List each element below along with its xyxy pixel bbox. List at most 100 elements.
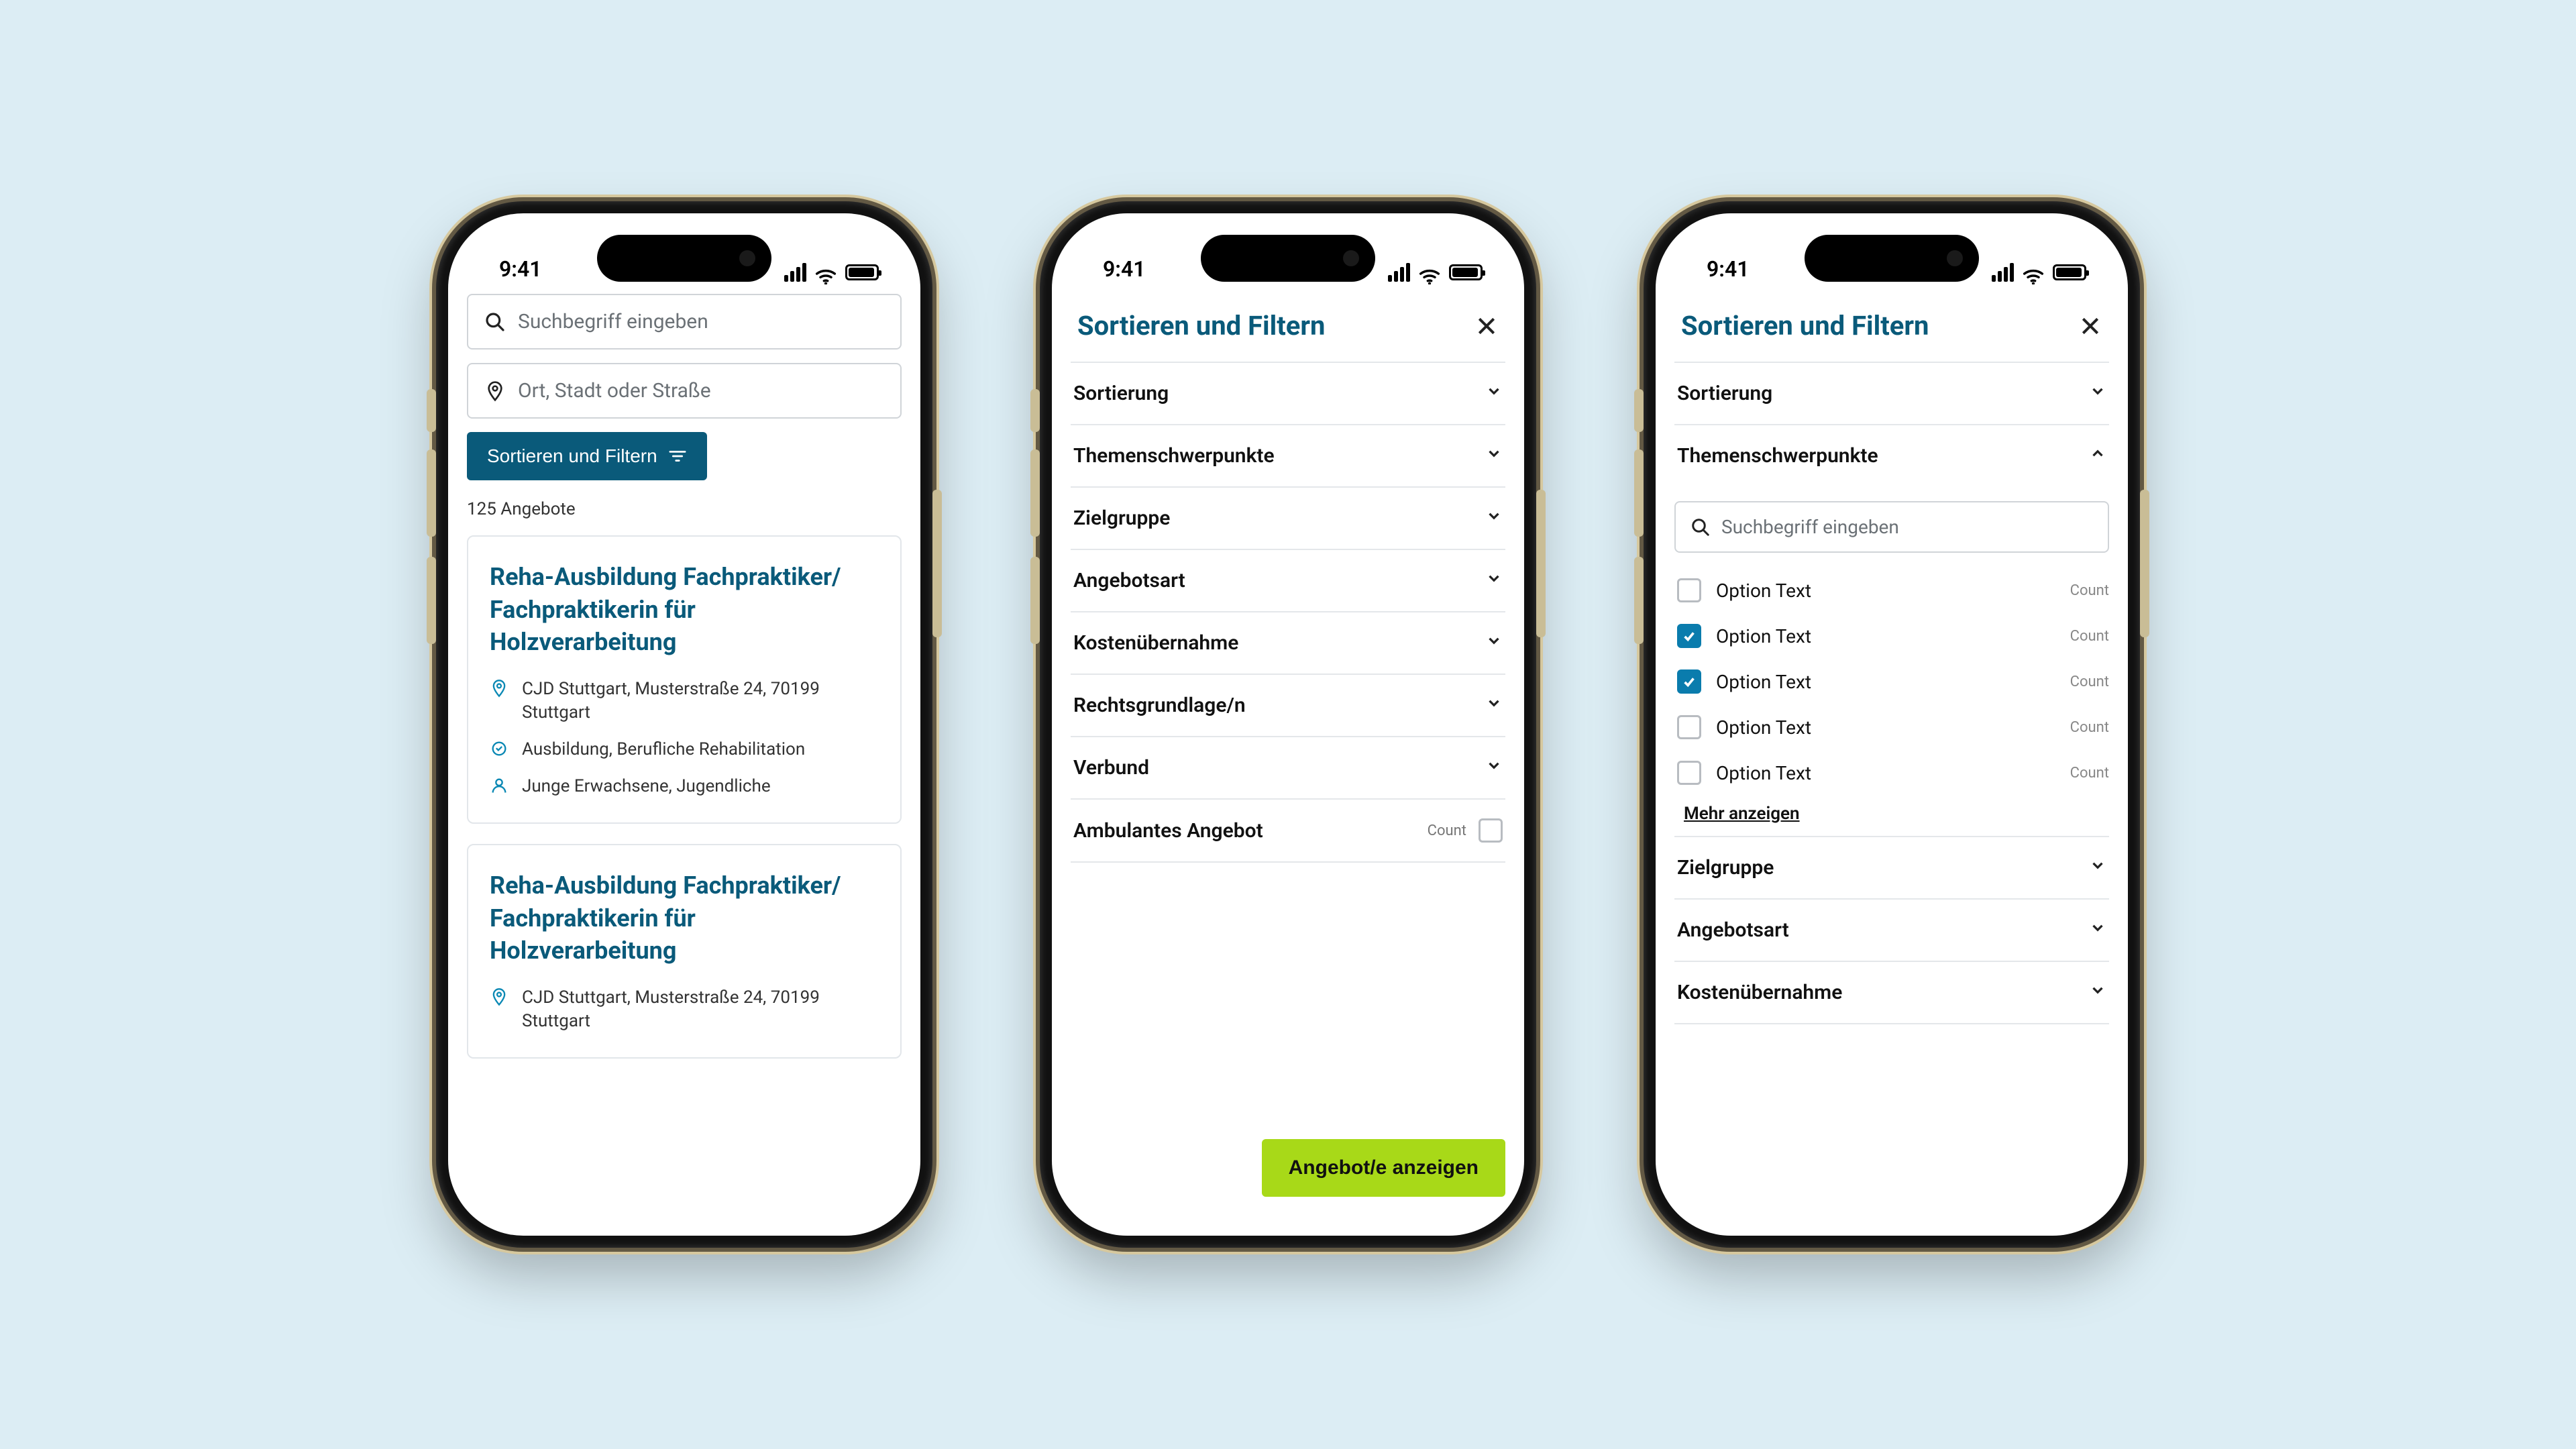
dynamic-island	[597, 235, 771, 282]
accordion-row[interactable]: Themenschwerpunkte	[1071, 425, 1505, 488]
accordion-label: Zielgruppe	[1073, 506, 1170, 530]
wifi-icon	[814, 264, 837, 280]
phone-mockup-results: 9:41 Suchbegriff eingeben Ort, Stadt ode…	[436, 201, 932, 1248]
option-label: Option Text	[1716, 625, 1811, 647]
chevron-down-icon	[2089, 856, 2106, 879]
search-input[interactable]: Suchbegriff eingeben	[467, 294, 902, 350]
accordion-row[interactable]: Kostenübernahme	[1674, 962, 2109, 1024]
battery-icon	[1449, 264, 1483, 280]
accordion-label: Zielgruppe	[1677, 856, 1774, 879]
apply-label: Angebot/e anzeigen	[1289, 1157, 1479, 1179]
card-type: Ausbildung, Berufliche Rehabilitation	[522, 738, 805, 761]
checkbox-checked[interactable]	[1677, 669, 1701, 694]
filter-option[interactable]: Option TextCount	[1674, 568, 2109, 613]
accordion-label: Angebotsart	[1073, 569, 1185, 592]
checkbox[interactable]	[1677, 578, 1701, 602]
option-label: Option Text	[1716, 671, 1811, 693]
accordion-row[interactable]: Kostenübernahme	[1071, 612, 1505, 675]
panel-title: Sortieren und Filtern	[1077, 310, 1325, 341]
accordion-row[interactable]: Angebotsart	[1071, 550, 1505, 612]
close-icon	[2080, 315, 2101, 337]
chevron-down-icon	[2089, 918, 2106, 942]
wifi-icon	[1418, 264, 1441, 280]
phone-mockup-filter-expanded: 9:41 Sortieren und Filtern Sortierung Th…	[1644, 201, 2140, 1248]
apply-button[interactable]: Angebot/e anzeigen	[1262, 1139, 1505, 1197]
result-card[interactable]: Reha-Ausbildung Fachpraktiker/ Fachprakt…	[467, 535, 902, 824]
pin-icon	[484, 380, 506, 402]
close-icon	[1476, 315, 1497, 337]
result-card[interactable]: Reha-Ausbildung Fachpraktiker/ Fachprakt…	[467, 844, 902, 1059]
accordion-label: Kostenübernahme	[1677, 981, 1842, 1004]
dynamic-island	[1805, 235, 1979, 282]
chevron-up-icon	[2089, 444, 2106, 468]
status-time: 9:41	[1103, 256, 1146, 282]
accordion-label: Rechtsgrundlage/n	[1073, 694, 1246, 717]
card-location: CJD Stuttgart, Musterstraße 24, 70199 St…	[522, 986, 879, 1033]
sort-filter-label: Sortieren und Filtern	[487, 445, 657, 467]
option-count: Count	[2070, 719, 2109, 736]
accordion-row[interactable]: Rechtsgrundlage/n	[1071, 675, 1505, 737]
card-audience: Junge Erwachsene, Jugendliche	[522, 775, 771, 798]
battery-icon	[845, 264, 879, 280]
accordion-row[interactable]: Sortierung	[1071, 362, 1505, 425]
panel-title: Sortieren und Filtern	[1681, 310, 1929, 341]
gear-icon	[490, 739, 508, 758]
chevron-down-icon	[1485, 382, 1503, 405]
filter-icon	[668, 449, 687, 463]
accordion-label: Themenschwerpunkte	[1677, 444, 1878, 468]
status-time: 9:41	[499, 256, 542, 282]
cellular-signal-icon	[1388, 263, 1410, 282]
facet-search-input[interactable]: Suchbegriff eingeben	[1674, 501, 2109, 553]
accordion-row[interactable]: Angebotsart	[1674, 900, 2109, 962]
close-button[interactable]	[1474, 314, 1499, 338]
accordion-label: Angebotsart	[1677, 918, 1789, 942]
option-label: Option Text	[1716, 762, 1811, 784]
search-placeholder: Suchbegriff eingeben	[518, 310, 708, 333]
switch-count: Count	[1428, 822, 1466, 839]
option-count: Count	[2070, 674, 2109, 690]
card-location: CJD Stuttgart, Musterstraße 24, 70199 St…	[522, 678, 879, 724]
checkbox[interactable]	[1677, 761, 1701, 785]
filter-option[interactable]: Option Text Count	[1674, 659, 2109, 704]
option-label: Option Text	[1716, 716, 1811, 739]
chevron-down-icon	[2089, 382, 2106, 405]
close-button[interactable]	[2078, 314, 2102, 338]
filter-option[interactable]: Option TextCount	[1674, 750, 2109, 796]
show-more-link[interactable]: Mehr anzeigen	[1684, 804, 1800, 824]
dynamic-island	[1201, 235, 1375, 282]
location-input[interactable]: Ort, Stadt oder Straße	[467, 363, 902, 419]
switch-ambulant[interactable]: Ambulantes Angebot Count	[1071, 800, 1505, 863]
wifi-icon	[2022, 264, 2045, 280]
search-icon	[1690, 517, 1711, 537]
option-count: Count	[2070, 628, 2109, 645]
sort-filter-button[interactable]: Sortieren und Filtern	[467, 432, 707, 480]
filter-option[interactable]: Option Text Count	[1674, 613, 2109, 659]
checkbox[interactable]	[1479, 818, 1503, 843]
accordion-label: Themenschwerpunkte	[1073, 444, 1275, 468]
battery-icon	[2053, 264, 2086, 280]
checkbox[interactable]	[1677, 715, 1701, 739]
accordion-row[interactable]: Zielgruppe	[1071, 488, 1505, 550]
accordion-row[interactable]: Zielgruppe	[1674, 837, 2109, 900]
accordion-row[interactable]: Sortierung	[1674, 362, 2109, 425]
accordion-label: Sortierung	[1677, 382, 1772, 405]
check-icon	[1682, 629, 1697, 643]
chevron-down-icon	[1485, 506, 1503, 530]
accordion-themenschwerpunkte-expanded[interactable]: Themenschwerpunkte	[1674, 425, 2109, 486]
checkbox-checked[interactable]	[1677, 624, 1701, 648]
accordion-row[interactable]: Verbund	[1071, 737, 1505, 800]
pin-icon	[490, 679, 508, 698]
result-count: 125 Angebote	[467, 499, 902, 519]
facet-body: Suchbegriff eingeben Option Text Count Opt…	[1674, 486, 2109, 837]
card-title: Reha-Ausbildung Fachpraktiker/ Fachprakt…	[490, 869, 879, 967]
filter-option[interactable]: Option Text Count	[1674, 704, 2109, 750]
chevron-down-icon	[2089, 981, 2106, 1004]
phone-mockup-filter-collapsed: 9:41 Sortieren und Filtern Sortierung The…	[1040, 201, 1536, 1248]
accordion-label: Sortierung	[1073, 382, 1169, 405]
option-count: Count	[2070, 582, 2109, 599]
chevron-down-icon	[1485, 756, 1503, 780]
check-icon	[1682, 674, 1697, 689]
accordion-label: Kostenübernahme	[1073, 631, 1238, 655]
switch-label: Ambulantes Angebot	[1073, 819, 1263, 843]
search-icon	[484, 311, 506, 333]
